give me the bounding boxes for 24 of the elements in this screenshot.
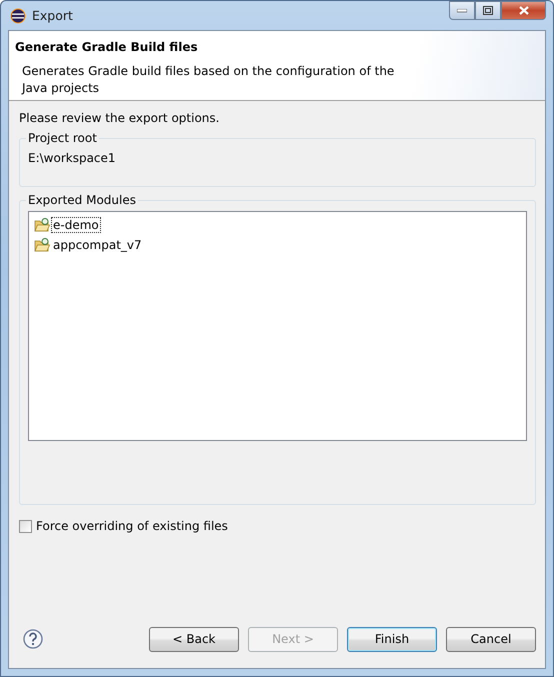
minimize-button[interactable] (449, 1, 475, 20)
maximize-icon (483, 6, 493, 15)
close-icon (518, 6, 528, 15)
maximize-button[interactable] (475, 1, 501, 20)
dialog-button[interactable]: Finish (347, 626, 437, 652)
app-icon (10, 8, 26, 24)
window-title: Export (32, 8, 73, 23)
module-item[interactable]: e-demo (51, 217, 101, 233)
help-icon[interactable] (23, 629, 43, 649)
checkbox[interactable] (19, 520, 32, 532)
project-root-path: E:\workspace1 (28, 151, 117, 165)
group-label: Exported Modules (27, 193, 137, 207)
project-folder-icon (34, 238, 50, 252)
page-title: Generate Gradle Build files (15, 40, 199, 54)
checkbox-label: Force overriding of existing files (36, 519, 228, 533)
close-button[interactable] (501, 1, 546, 20)
minimize-icon (457, 8, 467, 12)
instruction-text: Please review the export options. (19, 111, 220, 125)
dialog-button[interactable]: Cancel (446, 626, 536, 652)
dialog-button[interactable]: < Back (149, 626, 239, 652)
page-description: Generates Gradle build files based on the configuration of the Java projects (22, 63, 396, 97)
module-item[interactable]: appcompat_v7 (51, 237, 144, 253)
project-folder-icon (34, 218, 50, 232)
group-label: Project root (27, 131, 98, 145)
